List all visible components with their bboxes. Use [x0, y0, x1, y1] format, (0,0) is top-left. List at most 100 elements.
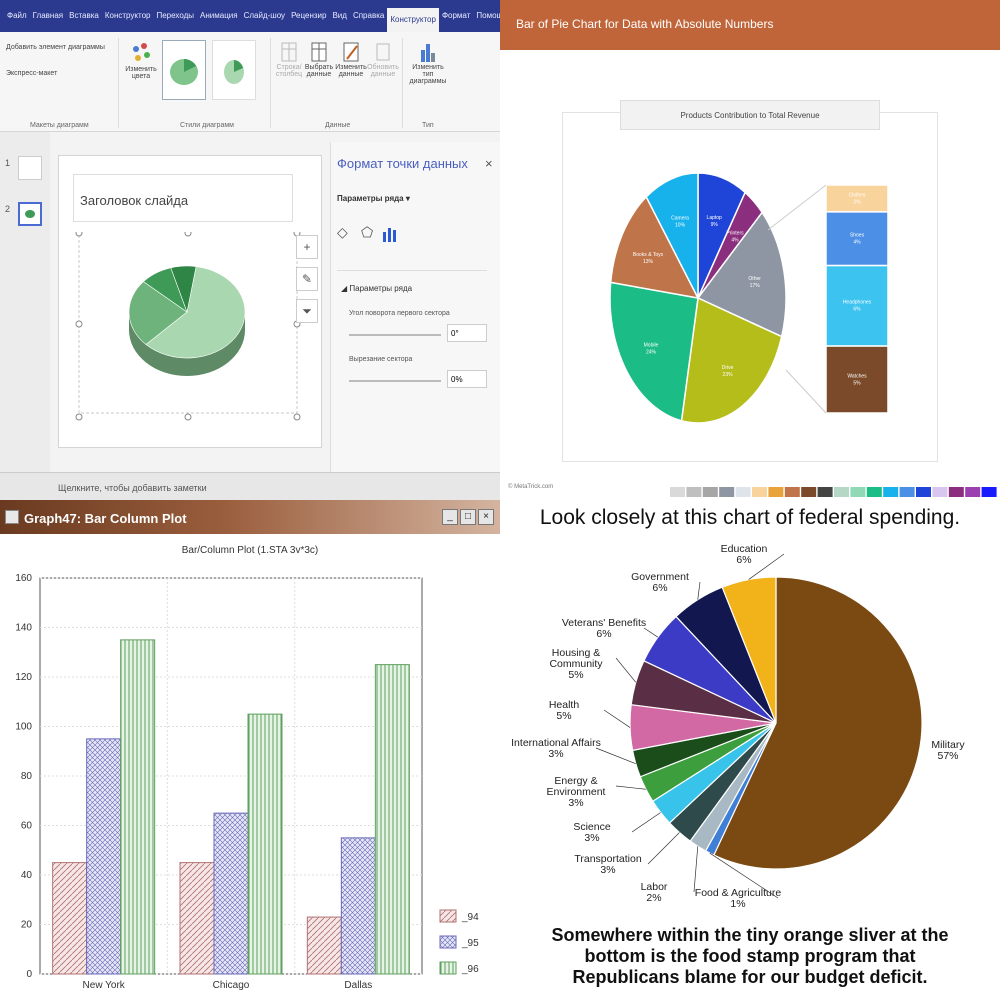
- resize-handle: [75, 232, 83, 237]
- chart-style-thumb-1[interactable]: [162, 40, 206, 100]
- ribbon-tab[interactable]: Слайд-шоу: [241, 0, 288, 32]
- panel-header: Bar of Pie Chart for Data with Absolute …: [500, 0, 1000, 50]
- ribbon-divider: [270, 38, 271, 128]
- ribbon-tab[interactable]: Рецензир: [288, 0, 329, 32]
- edit-data-label: Изменить данные: [335, 64, 367, 78]
- refresh-data-button[interactable]: Обновить данные: [367, 40, 399, 78]
- series-options-section-header[interactable]: ◢ Параметры ряда: [341, 284, 412, 293]
- ribbon-tab[interactable]: Конструктор: [387, 8, 439, 32]
- chevron-down-icon: ▾: [405, 194, 410, 203]
- palette-swatch: [834, 487, 849, 497]
- leader-line: [615, 657, 637, 683]
- edit-table-icon: [343, 42, 359, 62]
- slice-percent: 24%: [646, 349, 657, 355]
- connector-line: [767, 184, 827, 231]
- select-data-button[interactable]: Выбрать данные: [304, 40, 334, 78]
- ribbon-tab[interactable]: Файл: [4, 0, 30, 32]
- ribbon-tab[interactable]: Формат: [439, 0, 473, 32]
- series-section-label: Параметры ряда: [349, 284, 413, 293]
- ribbon-tab[interactable]: Справка: [350, 0, 387, 32]
- slide-title-placeholder[interactable]: Заголовок слайда: [73, 174, 293, 222]
- add-chart-element-button[interactable]: Добавить элемент диаграммы: [6, 44, 105, 51]
- explosion-input[interactable]: 0%: [447, 370, 487, 388]
- ribbon-tab[interactable]: Анимация: [197, 0, 241, 32]
- express-layout-label: Экспресс-макет: [6, 70, 58, 77]
- first-angle-input[interactable]: 0°: [447, 324, 487, 342]
- palette-swatch: [981, 487, 997, 497]
- explosion-slider[interactable]: [349, 380, 441, 382]
- series-options-tab[interactable]: [383, 226, 397, 247]
- resize-handle: [75, 320, 83, 328]
- window-titlebar[interactable]: Graph47: Bar Column Plot _ □ ×: [0, 500, 500, 534]
- slide-number: 2: [5, 204, 11, 214]
- bar: [340, 837, 376, 975]
- select-data-label: Выбрать данные: [304, 64, 334, 78]
- refresh-icon: [376, 43, 390, 61]
- ribbon-tab[interactable]: Главная: [30, 0, 66, 32]
- close-button[interactable]: ×: [478, 509, 494, 525]
- ribbon-tab-bar: Файл Главная Вставка Конструктор Переходы Ани…: [0, 0, 500, 32]
- caption: Somewhere within the tiny orange sliver …: [500, 925, 1000, 988]
- maximize-button[interactable]: □: [460, 509, 476, 525]
- powerpoint-panel: Файл Главная Вставка Конструктор Переходы Ани…: [0, 0, 500, 500]
- pie-style-icon: [170, 59, 198, 85]
- slide-thumbnail-1[interactable]: [18, 156, 42, 180]
- pie-style-icon: [224, 60, 244, 84]
- palette-swatch: [752, 487, 767, 497]
- segment-label: Watches: [847, 373, 867, 379]
- series-options-label: Параметры ряда: [337, 194, 404, 203]
- change-chart-type-button[interactable]: Изменить тип диаграммы: [406, 40, 450, 85]
- bar: [306, 916, 342, 975]
- leader-line: [647, 832, 680, 865]
- bar-column-chart: 0 20 40 60 80 100 120 140 160 New York Chicago Dall…: [15, 573, 479, 991]
- legend-label: _94: [461, 912, 479, 923]
- edit-data-button[interactable]: Изменить данные: [335, 40, 367, 78]
- slice-percent: 17%: [750, 283, 761, 289]
- brush-icon: ✎: [301, 272, 313, 286]
- chart-elements-button[interactable]: +: [296, 235, 318, 259]
- y-tick-label: 80: [21, 771, 33, 782]
- slice-percent: 2%: [646, 892, 661, 904]
- slide-canvas[interactable]: Заголовок слайда: [58, 155, 322, 448]
- x-tick-label: New York: [83, 980, 126, 991]
- bar: [52, 862, 88, 975]
- slice-percent: 6%: [596, 628, 611, 640]
- effects-tab[interactable]: ⬠: [361, 224, 373, 241]
- chart-filters-button[interactable]: ⏷: [296, 299, 318, 323]
- switch-rows-label: Строка/столбец: [275, 64, 303, 78]
- segment-label: Clothes: [849, 192, 866, 198]
- express-layout-button[interactable]: Экспресс-макет: [6, 70, 57, 77]
- panel-title: Bar of Pie Chart for Data with Absolute …: [516, 17, 774, 31]
- bar-chart-icon: [421, 44, 435, 62]
- ribbon-tab[interactable]: Вид: [329, 0, 349, 32]
- slice-percent: 23%: [723, 372, 734, 378]
- palette-swatch: [866, 487, 882, 497]
- slice-percent: 10%: [675, 223, 686, 229]
- ribbon-tab[interactable]: Помощник: [473, 0, 500, 32]
- segment-percent: 5%: [853, 380, 861, 386]
- change-colors-button[interactable]: Изменить цвета: [124, 40, 158, 80]
- refresh-data-label: Обновить данные: [367, 64, 399, 78]
- slide-thumbnail-2[interactable]: [18, 202, 42, 226]
- notes-placeholder[interactable]: Щелкните, чтобы добавить заметки: [0, 472, 500, 500]
- slice-percent: 3%: [600, 864, 615, 876]
- switch-row-column-button[interactable]: Строка/столбец: [276, 40, 302, 78]
- first-angle-slider[interactable]: [349, 334, 441, 336]
- fill-line-tab[interactable]: ◇: [337, 224, 348, 241]
- series-options-dropdown[interactable]: Параметры ряда ▾: [337, 194, 410, 203]
- pie-chart-3d[interactable]: [59, 232, 321, 442]
- chart-styles-button[interactable]: ✎: [296, 267, 318, 291]
- slice-percent: 4%: [731, 237, 739, 243]
- ribbon-tab[interactable]: Переходы: [153, 0, 197, 32]
- pane-divider: [337, 270, 487, 271]
- group-label-styles: Стили диаграмм: [180, 122, 234, 129]
- change-type-label: Изменить тип диаграммы: [409, 64, 447, 85]
- slice-label: Other: [748, 276, 761, 282]
- close-icon[interactable]: ×: [485, 156, 493, 171]
- color-palette-strip: [670, 487, 997, 497]
- chart-style-thumb-2[interactable]: [212, 40, 256, 100]
- ribbon-tab[interactable]: Конструктор: [102, 0, 154, 32]
- ribbon-tab[interactable]: Вставка: [66, 0, 102, 32]
- minimize-button[interactable]: _: [442, 509, 458, 525]
- y-tick-label: 120: [15, 672, 32, 683]
